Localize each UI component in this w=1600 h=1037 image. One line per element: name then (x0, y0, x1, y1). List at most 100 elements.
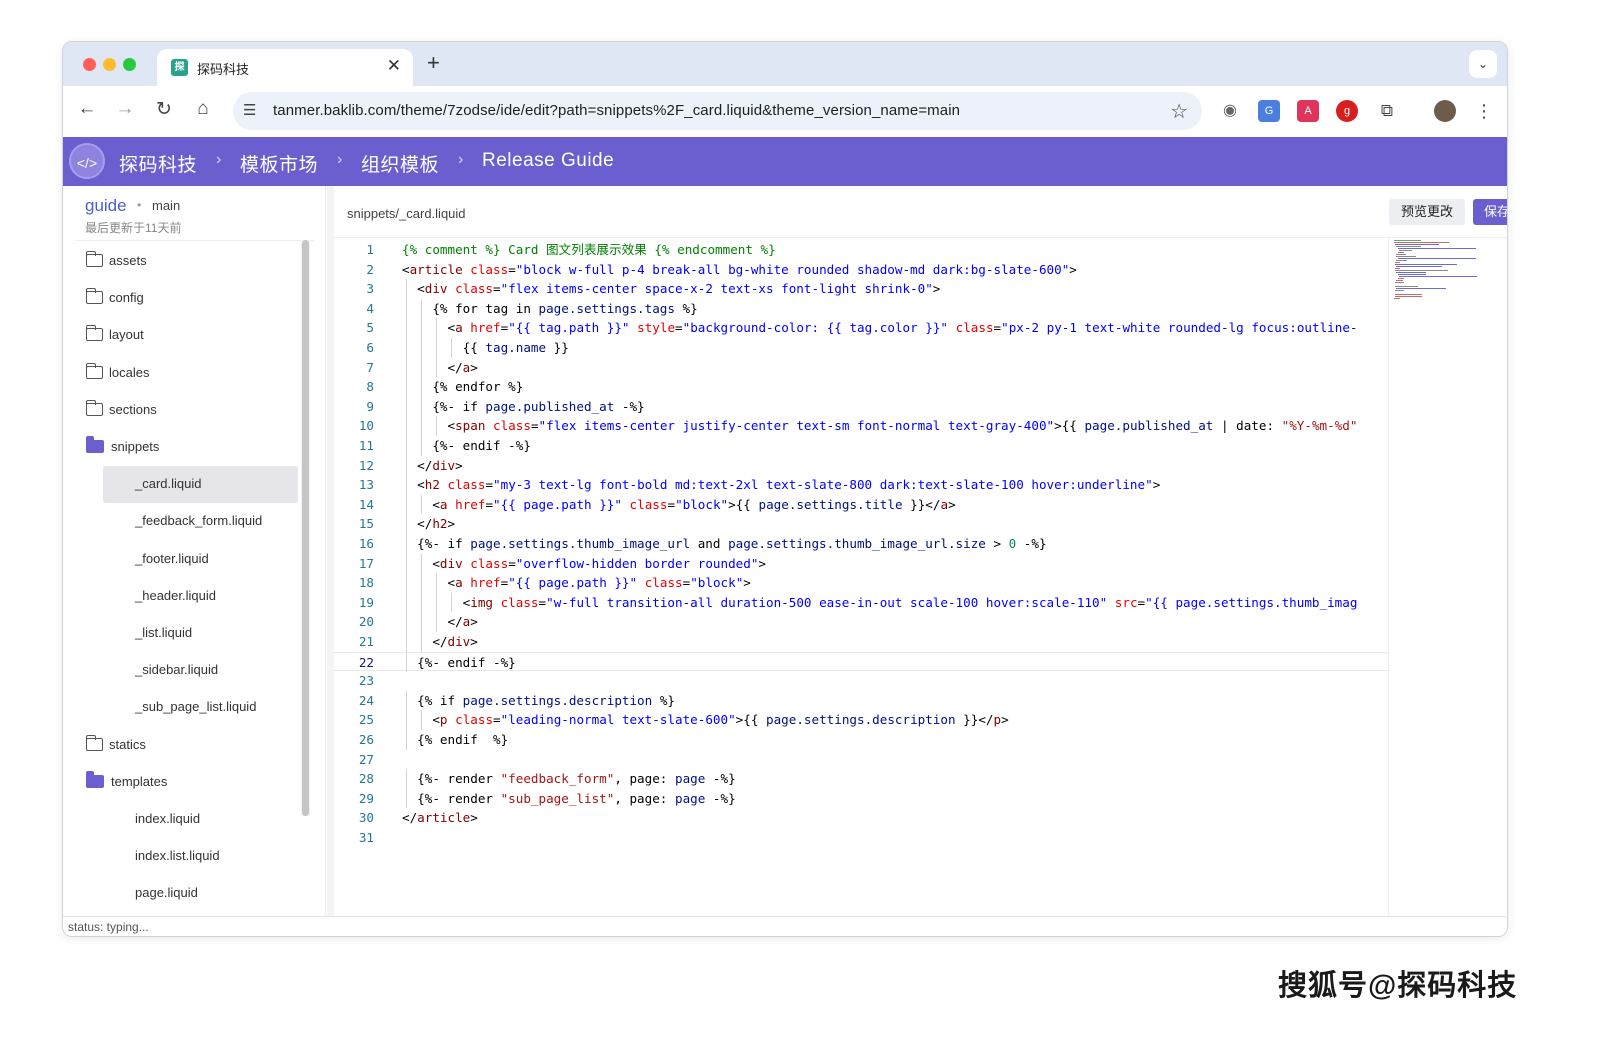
tree-folder-item[interactable]: config (63, 280, 299, 317)
sidebar-scrollbar-thumb[interactable] (302, 240, 309, 816)
code-line[interactable]: 17 <div class="overflow-hidden border ro… (334, 553, 1388, 574)
indent-guide (436, 357, 438, 378)
code-line[interactable]: 8 {% endfor %} (334, 377, 1388, 397)
tree-item-label: _list.liquid (135, 625, 193, 640)
forward-arrow-icon[interactable]: → (113, 98, 137, 120)
code-line[interactable]: 24 {% if page.settings.description %} (334, 690, 1388, 711)
site-settings-icon[interactable]: ☰ (243, 101, 256, 119)
reload-icon[interactable]: ↻ (152, 98, 176, 121)
code-line[interactable]: 23 (334, 671, 1388, 691)
tree-file-item[interactable]: index.liquid (63, 801, 299, 838)
minimap-line (1397, 258, 1476, 259)
save-button[interactable]: 保存 (1473, 199, 1507, 225)
repo-name[interactable]: guide (85, 196, 127, 216)
code-line[interactable]: 20 </a> (334, 612, 1388, 632)
code-text: {%- render "feedback_form", page: page -… (402, 771, 736, 787)
line-number: 22 (358, 654, 374, 670)
sidebar-scrollbar[interactable] (301, 240, 310, 816)
tree-file-item[interactable]: _sub_page_list.liquid (63, 689, 299, 726)
code-line[interactable]: 13 <h2 class="my-3 text-lg font-bold md:… (334, 475, 1388, 495)
indent-guide (406, 298, 407, 319)
code-line[interactable]: 30 </article> (334, 808, 1388, 828)
maximize-window-button[interactable] (123, 58, 136, 71)
tree-folder-item[interactable]: locales (63, 355, 299, 392)
app-logo-icon[interactable]: </> (69, 143, 105, 179)
profile-avatar[interactable] (1434, 100, 1456, 122)
tree-file-item[interactable]: _feedback_form.liquid (63, 503, 299, 540)
code-line[interactable]: 2 <article class="block w-full p-4 break-… (334, 260, 1388, 280)
tree-file-item[interactable]: index.list.liquid (63, 838, 299, 875)
code-line[interactable]: 3 <div class="flex items-center space-x-… (334, 279, 1388, 299)
code-line[interactable]: 25 <p class="leading-normal text-slate-6… (334, 710, 1388, 730)
address-bar[interactable]: ☰ tanmer.baklib.com/theme/7zodse/ide/edi… (233, 92, 1202, 130)
code-line[interactable]: 22 {%- endif -%} (334, 651, 1388, 673)
preview-changes-button[interactable]: 预览更改 (1389, 199, 1465, 225)
code-line[interactable]: 26 {% endif %} (334, 730, 1388, 750)
code-line[interactable]: 7 </a> (334, 357, 1388, 378)
code-line[interactable]: 6 {{ tag.name }} (334, 338, 1388, 358)
more-menu-icon[interactable]: ⋮ (1473, 100, 1495, 122)
tree-folder-item[interactable]: sections (63, 392, 299, 429)
bookmark-star-icon[interactable]: ☆ (1170, 99, 1188, 124)
code-line[interactable]: 19 <img class="w-full transition-all dur… (334, 592, 1388, 613)
breadcrumb-separator-icon: › (337, 151, 343, 168)
code-line[interactable]: 10 <span class="flex items-center justif… (334, 416, 1388, 436)
code-line[interactable]: 27 (334, 750, 1388, 770)
tab-close-icon[interactable]: ✕ (387, 56, 401, 76)
breadcrumb-separator-icon: › (458, 151, 464, 168)
tree-file-item[interactable]: page.liquid (63, 875, 299, 912)
code-text: </div> (402, 457, 463, 473)
code-line[interactable]: 4 {% for tag in page.settings.tags %} (334, 298, 1388, 319)
line-number: 15 (358, 516, 374, 532)
tree-file-item[interactable]: _sidebar.liquid (63, 652, 299, 689)
code-line[interactable]: 31 (334, 828, 1388, 848)
code-line[interactable]: 5 <a href="{{ tag.path }}" style="backgr… (334, 318, 1388, 338)
code-editor[interactable]: 1 {% comment %} Card 图文列表展示效果 {% endcomme… (334, 238, 1388, 916)
url-text[interactable]: tanmer.baklib.com/theme/7zodse/ide/edit?… (273, 102, 960, 119)
puzzle-extensions-icon[interactable]: ⧉ (1376, 100, 1398, 122)
breadcrumb-template-market[interactable]: 模板市场 (240, 150, 318, 177)
code-minimap[interactable] (1392, 238, 1507, 308)
tree-folder-item[interactable]: layout (63, 317, 299, 354)
translator-extension-icon[interactable]: A (1297, 100, 1319, 122)
tree-file-item[interactable]: _header.liquid (63, 578, 299, 615)
indent-guide (421, 710, 423, 730)
code-line[interactable]: 16 {%- if page.settings.thumb_image_url … (334, 534, 1388, 554)
translate-extension-icon[interactable]: G (1258, 100, 1280, 122)
code-line[interactable]: 14 <a href="{{ page.path }}" class="bloc… (334, 494, 1388, 515)
code-line[interactable]: 28 {%- render "feedback_form", page: pag… (334, 769, 1388, 789)
tree-folder-item[interactable]: assets (63, 243, 299, 280)
code-line[interactable]: 12 </div> (334, 455, 1388, 476)
line-number: 3 (366, 281, 374, 297)
code-line[interactable]: 18 <a href="{{ page.path }}" class="bloc… (334, 573, 1388, 593)
code-line[interactable]: 29 {%- render "sub_page_list", page: pag… (334, 788, 1388, 809)
tree-file-item[interactable]: _footer.liquid (63, 541, 299, 578)
tree-file-item[interactable]: _list.liquid (63, 615, 299, 652)
code-text: {% if page.settings.description %} (402, 692, 675, 708)
tree-folder-item[interactable]: snippets (63, 429, 299, 466)
code-line[interactable]: 9 {%- if page.published_at -%} (334, 396, 1388, 417)
tab-search-chevron-down-icon[interactable]: ⌄ (1469, 50, 1497, 78)
tree-folder-item[interactable]: templates (63, 764, 299, 801)
home-icon[interactable]: ⌂ (191, 98, 215, 120)
sidebar-resize-handle[interactable] (327, 186, 334, 916)
camera-extension-icon[interactable]: ◉ (1219, 100, 1241, 122)
code-line[interactable]: 1 {% comment %} Card 图文列表展示效果 {% endcomme… (334, 240, 1388, 260)
minimap-line (1397, 274, 1427, 275)
back-arrow-icon[interactable]: ← (75, 98, 99, 120)
breadcrumb-organization[interactable]: 探码科技 (119, 150, 197, 177)
breadcrumb-org-templates[interactable]: 组织模板 (361, 150, 439, 177)
g-extension-icon[interactable]: g (1336, 100, 1358, 122)
code-text: <article class="block w-full p-4 break-a… (402, 261, 1077, 277)
minimap-line (1396, 260, 1407, 261)
browser-tab[interactable]: 探 探码科技 ✕ (157, 49, 413, 86)
code-line[interactable]: 15 </h2> (334, 514, 1388, 534)
code-line[interactable]: 11 {%- endif -%} (334, 436, 1388, 456)
code-line[interactable]: 21 </div> (334, 632, 1388, 652)
tree-file-item[interactable]: _card.liquid (103, 466, 298, 504)
new-tab-button[interactable]: + (427, 50, 440, 76)
close-window-button[interactable] (83, 58, 96, 71)
tree-folder-item[interactable]: statics (63, 727, 299, 764)
line-number: 11 (358, 438, 374, 453)
minimize-window-button[interactable] (103, 58, 116, 71)
